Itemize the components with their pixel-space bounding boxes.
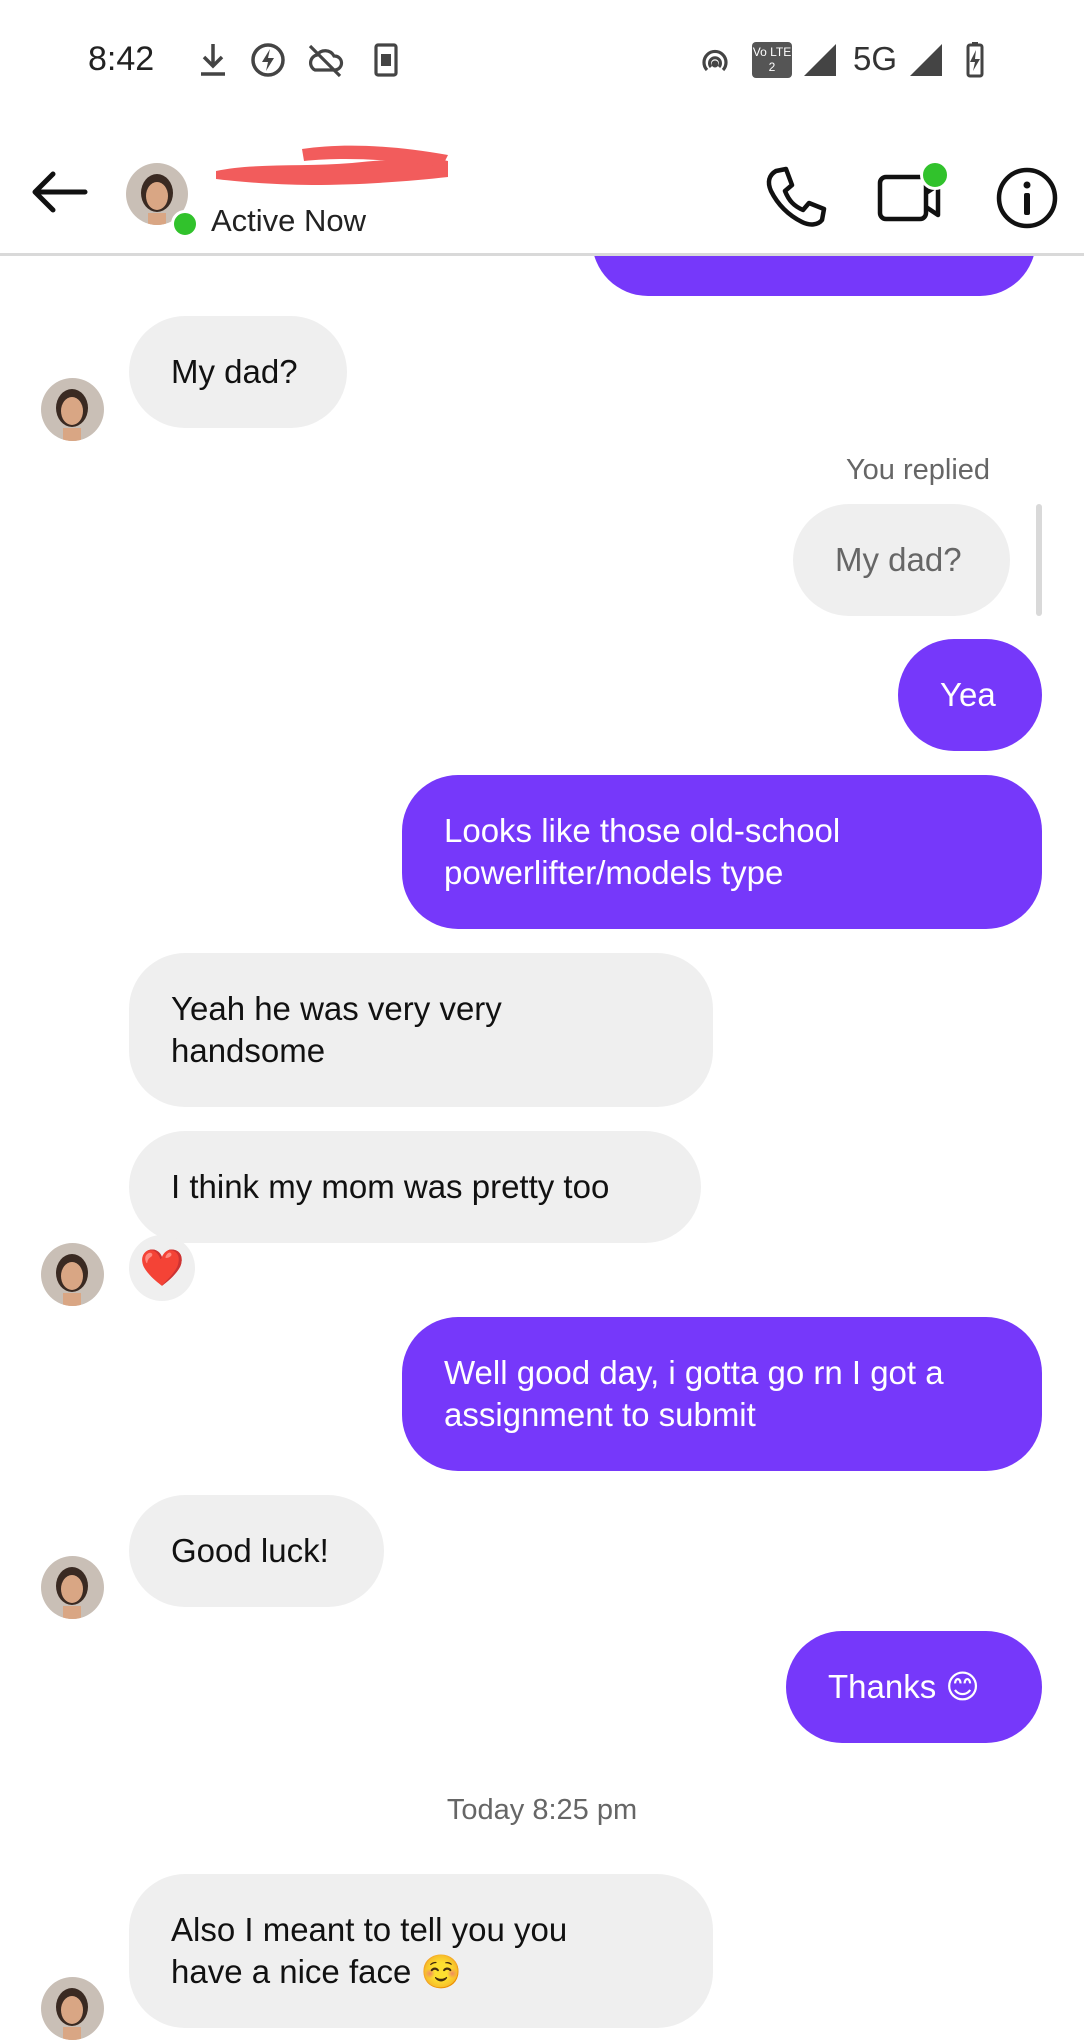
- hotspot-icon: [702, 49, 728, 72]
- message-bubble-outgoing[interactable]: Looks like those old-school powerlifter/…: [402, 775, 1042, 929]
- video-online-dot: [920, 160, 950, 190]
- quoted-message-bubble[interactable]: My dad?: [793, 504, 1010, 616]
- status-time: 8:42: [88, 40, 155, 78]
- presence-status: Active Now: [211, 203, 367, 238]
- status-bar: 8:42 Vo LTE 2 5G: [0, 0, 1084, 125]
- message-bubble-outgoing[interactable]: Thanks 😊: [786, 1631, 1042, 1743]
- sender-avatar[interactable]: [41, 1243, 104, 1306]
- message-bubble-outgoing[interactable]: Well good day, i gotta go rn I got a ass…: [402, 1317, 1042, 1471]
- message-bubble-outgoing-partial[interactable]: [592, 256, 1036, 296]
- message-bubble-outgoing[interactable]: Yea: [898, 639, 1042, 751]
- battery-charging-icon: [966, 42, 984, 78]
- screenshot-icon: [374, 43, 398, 77]
- message-text: Also I meant to tell you you have a nice…: [171, 1911, 568, 1990]
- message-text: Yea: [940, 676, 996, 713]
- message-text: Well good day, i gotta go rn I got a ass…: [444, 1354, 944, 1433]
- message-bubble-incoming[interactable]: Also I meant to tell you you have a nice…: [129, 1874, 713, 2028]
- back-arrow-icon[interactable]: [25, 167, 95, 217]
- message-text: Yeah he was very very handsome: [171, 990, 502, 1069]
- quoted-text: My dad?: [835, 541, 962, 578]
- download-icon: [201, 44, 225, 76]
- info-icon[interactable]: [992, 163, 1062, 233]
- message-bubble-incoming[interactable]: I think my mom was pretty too: [129, 1131, 701, 1243]
- conversation-header: Active Now: [0, 125, 1084, 256]
- message-text: Looks like those old-school powerlifter/…: [444, 812, 841, 891]
- phone-icon[interactable]: [760, 163, 830, 233]
- message-list[interactable]: My dad? You replied My dad? Yea Looks li…: [0, 256, 1084, 2044]
- message-text: Thanks 😊: [828, 1668, 980, 1705]
- sender-avatar[interactable]: [41, 1977, 104, 2040]
- online-indicator: [171, 210, 199, 238]
- sender-avatar[interactable]: [41, 378, 104, 441]
- message-text: I think my mom was pretty too: [171, 1168, 610, 1205]
- signal-icon: [804, 44, 836, 76]
- message-text: Good luck!: [171, 1532, 329, 1569]
- timestamp-divider: Today 8:25 pm: [446, 1794, 638, 1826]
- heart-reaction[interactable]: ❤️: [129, 1235, 195, 1301]
- battery-saver-icon: [251, 43, 285, 77]
- signal-icon: [910, 44, 942, 76]
- message-bubble-incoming[interactable]: Good luck!: [129, 1495, 384, 1607]
- message-bubble-incoming[interactable]: Yeah he was very very handsome: [129, 953, 713, 1107]
- sender-avatar[interactable]: [41, 1556, 104, 1619]
- no-cloud-icon: [308, 44, 344, 78]
- volte-icon: Vo LTE 2: [752, 42, 792, 78]
- message-text: My dad?: [171, 353, 298, 390]
- network-type: 5G: [853, 40, 898, 77]
- reply-label: You replied: [846, 454, 991, 486]
- message-bubble-incoming[interactable]: My dad?: [129, 316, 347, 428]
- reply-indicator-bar: [1036, 504, 1042, 616]
- redacted-name-scribble: [216, 145, 448, 185]
